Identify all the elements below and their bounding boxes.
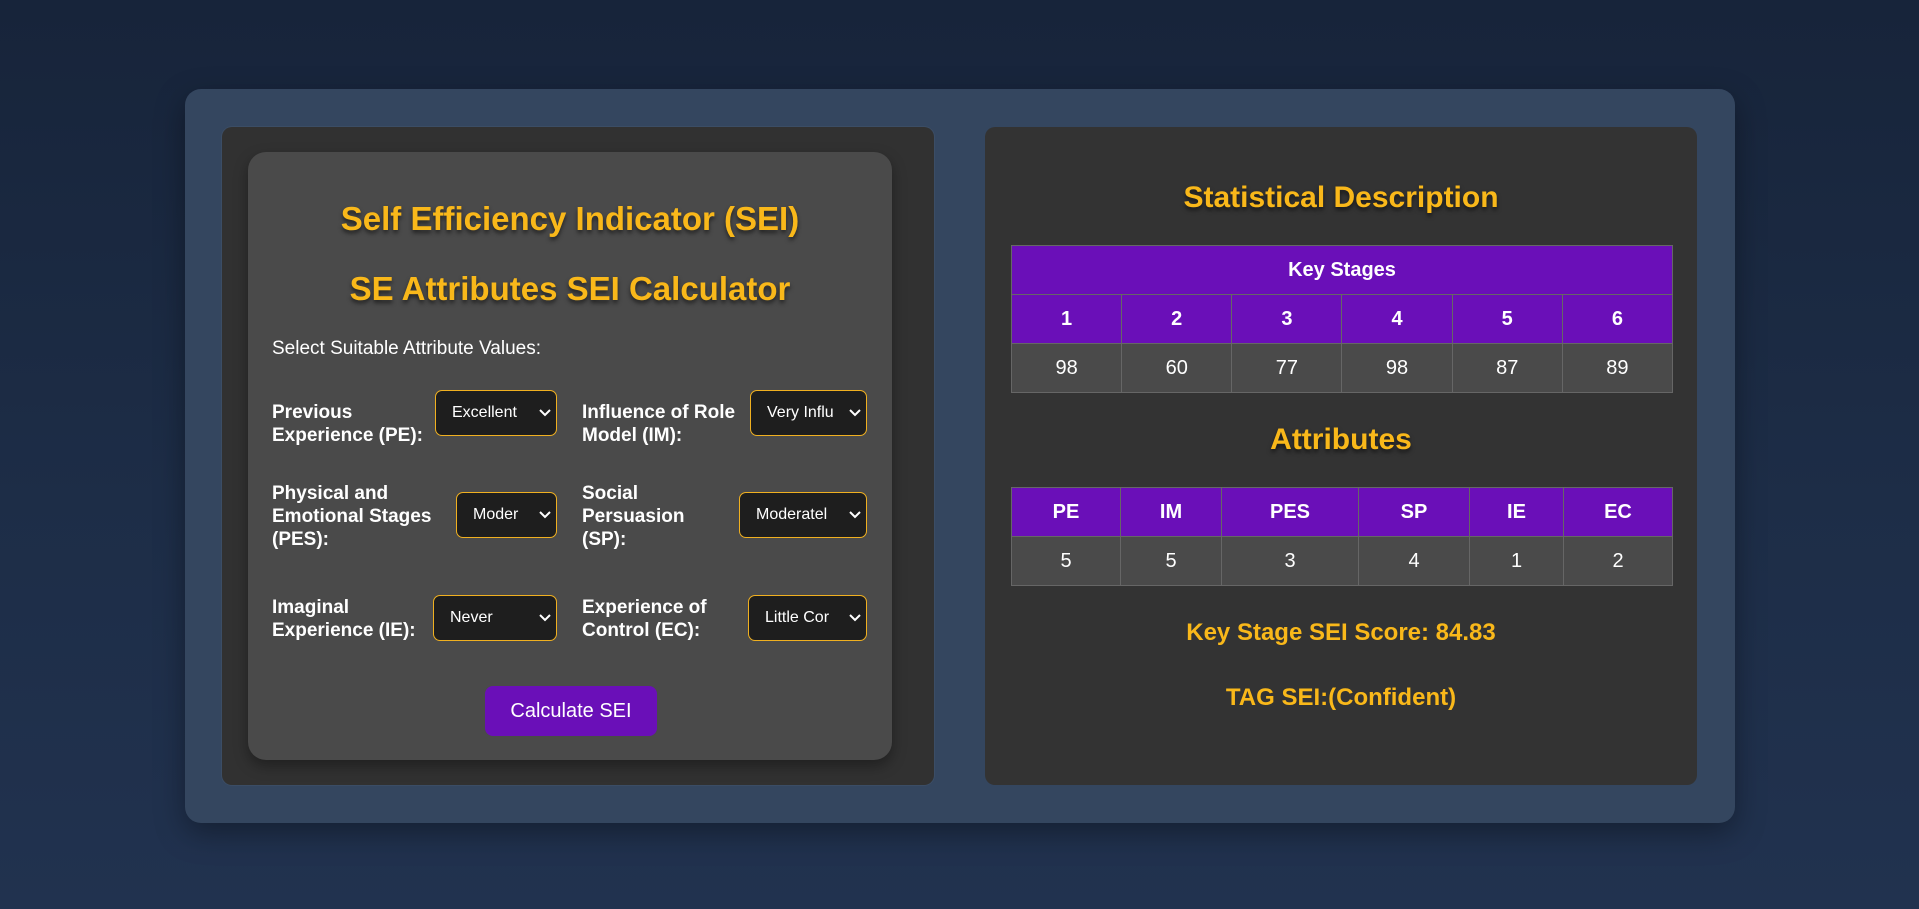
attr-header: EC [1563,487,1673,537]
stage-header: 6 [1561,294,1674,344]
page-title: Self Efficiency Indicator (SEI) [340,200,800,237]
attr-value: 5 [1120,536,1222,586]
stage-header: 3 [1231,294,1343,344]
ec-select[interactable]: Little Cor [748,595,867,641]
attr-header: PES [1221,487,1359,537]
ie-label: Imaginal Experience (IE): [272,597,416,641]
stage-header: 1 [1010,294,1123,344]
attr-value: 4 [1358,536,1470,586]
im-label: Influence of Role Model (IM): [582,402,736,446]
stage-value: 98 [1010,343,1123,393]
attr-value: 1 [1469,536,1564,586]
key-stages-table: Key Stages 1 2 3 4 5 6 98 60 77 98 87 89 [1010,245,1674,393]
ie-select[interactable]: Never [433,595,557,641]
stage-header: 2 [1121,294,1233,344]
stage-value: 98 [1341,343,1453,393]
sei-score: Key Stage SEI Score: 84.83 [1186,619,1496,646]
table-row: 1 2 3 4 5 6 [1010,294,1674,344]
sp-label: Social Persuasion (SP): [582,483,685,550]
stage-value: 89 [1561,343,1674,393]
ie-select-value: Never [450,609,493,626]
attr-header: SP [1358,487,1470,537]
attr-value: 3 [1221,536,1359,586]
sp-select-value: Moderatel [756,506,828,523]
attr-value: 2 [1563,536,1673,586]
calculator-panel: Self Efficiency Indicator (SEI) SE Attri… [222,127,934,785]
attr-header: PE [1011,487,1121,537]
stats-title: Statistical Description [1183,181,1499,214]
pe-select[interactable]: Excellent [435,390,557,436]
sp-select[interactable]: Moderatel [739,492,867,538]
statistics-panel: Statistical Description Key Stages 1 2 3… [985,127,1697,785]
select-prompt: Select Suitable Attribute Values: [272,338,541,359]
pes-select[interactable]: Moder [456,492,557,538]
stage-value: 60 [1121,343,1233,393]
table-row: 5 5 3 4 1 2 [1011,536,1673,586]
chevron-down-icon [844,409,866,417]
attributes-table: PE IM PES SP IE EC 5 5 3 4 1 2 [1011,487,1673,586]
stage-header: 4 [1341,294,1453,344]
chevron-down-icon [534,511,556,519]
calculator-card: Self Efficiency Indicator (SEI) SE Attri… [248,152,892,760]
table-row: 98 60 77 98 87 89 [1010,343,1674,393]
pes-label: Physical and Emotional Stages (PES): [272,483,432,550]
pe-label: Previous Experience (PE): [272,402,423,446]
tag-sei: TAG SEI:(Confident) [1225,684,1457,711]
attr-value: 5 [1011,536,1121,586]
ec-label: Experience of Control (EC): [582,597,707,641]
pe-select-value: Excellent [452,404,517,421]
stage-header: 5 [1451,294,1563,344]
im-select[interactable]: Very Influ [750,390,867,436]
table-row: PE IM PES SP IE EC [1011,487,1673,537]
chevron-down-icon [844,511,866,519]
attr-header: IE [1469,487,1564,537]
attributes-title: Attributes [1270,423,1412,456]
chevron-down-icon [534,409,556,417]
calculator-subtitle: SE Attributes SEI Calculator [349,270,791,307]
chevron-down-icon [844,614,866,622]
stage-value: 87 [1451,343,1563,393]
pes-select-value: Moder [473,506,519,523]
calculate-sei-button[interactable]: Calculate SEI [485,686,657,736]
app-container: Self Efficiency Indicator (SEI) SE Attri… [185,89,1735,823]
stage-value: 77 [1231,343,1343,393]
im-select-value: Very Influ [767,404,834,421]
key-stages-header: Key Stages [1011,245,1673,295]
chevron-down-icon [534,614,556,622]
attr-header: IM [1120,487,1222,537]
ec-select-value: Little Cor [765,609,830,626]
